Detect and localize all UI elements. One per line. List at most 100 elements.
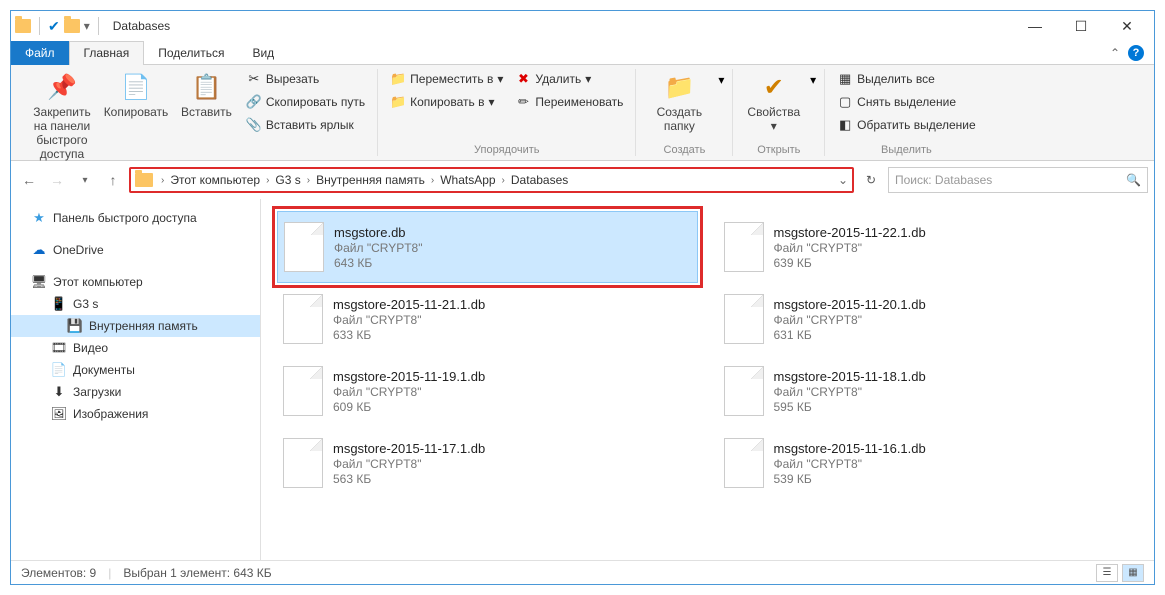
group-organize-label: Упорядочить — [386, 144, 627, 156]
file-type: Файл "CRYPT8" — [333, 385, 485, 399]
explorer-window: ✔ ▾ Databases — ☐ ✕ Файл Главная Поделит… — [10, 10, 1155, 585]
titlebar: ✔ ▾ Databases — ☐ ✕ — [11, 11, 1154, 41]
forward-button[interactable]: → — [45, 168, 69, 192]
ribbon-collapse-icon[interactable]: ⌃ — [1110, 46, 1120, 60]
file-icon — [724, 222, 764, 272]
crumb[interactable]: G3 s — [271, 173, 304, 187]
view-details-button[interactable]: ☰ — [1096, 564, 1118, 582]
properties-button[interactable]: ✔Свойства▾ — [741, 69, 806, 135]
close-button[interactable]: ✕ — [1104, 11, 1150, 41]
file-type: Файл "CRYPT8" — [774, 385, 926, 399]
view-icons-button[interactable]: ▦ — [1122, 564, 1144, 582]
newfolder-button[interactable]: 📁Создать папку — [644, 69, 714, 135]
file-size: 609 КБ — [333, 400, 485, 414]
file-icon — [283, 294, 323, 344]
file-name: msgstore-2015-11-21.1.db — [333, 297, 485, 312]
delete-button[interactable]: ✖Удалить▾ — [511, 69, 627, 89]
file-name: msgstore-2015-11-20.1.db — [774, 297, 926, 312]
ribbon: 📌Закрепить на панели быстрого доступа 📄К… — [11, 65, 1154, 161]
nav-tree: ★Панель быстрого доступа ☁OneDrive 🖥Этот… — [11, 199, 261, 560]
file-icon — [724, 366, 764, 416]
tree-documents[interactable]: 📄Документы — [11, 359, 260, 381]
maximize-button[interactable]: ☐ — [1058, 11, 1104, 41]
file-size: 639 КБ — [774, 256, 926, 270]
file-item[interactable]: msgstore-2015-11-20.1.dbФайл "CRYPT8"631… — [718, 283, 1139, 355]
check-icon[interactable]: ✔ — [48, 18, 60, 35]
file-name: msgstore-2015-11-22.1.db — [774, 225, 926, 240]
up-button[interactable]: ↑ — [101, 168, 125, 192]
file-item[interactable]: msgstore-2015-11-19.1.dbФайл "CRYPT8"609… — [277, 355, 698, 427]
file-item[interactable]: msgstore-2015-11-18.1.dbФайл "CRYPT8"595… — [718, 355, 1139, 427]
minimize-button[interactable]: — — [1012, 11, 1058, 41]
file-type: Файл "CRYPT8" — [774, 241, 926, 255]
file-name: msgstore-2015-11-16.1.db — [774, 441, 926, 456]
folder-icon[interactable] — [64, 19, 80, 33]
file-item[interactable]: msgstore-2015-11-16.1.dbФайл "CRYPT8"539… — [718, 427, 1139, 499]
file-size: 633 КБ — [333, 328, 485, 342]
cut-button[interactable]: ✂Вырезать — [242, 69, 369, 89]
back-button[interactable]: ← — [17, 168, 41, 192]
file-type: Файл "CRYPT8" — [334, 241, 422, 255]
pasteshortcut-button[interactable]: 📎Вставить ярлык — [242, 115, 369, 135]
file-type: Файл "CRYPT8" — [774, 313, 926, 327]
tree-videos[interactable]: 🎞Видео — [11, 337, 260, 359]
group-create-label: Создать — [644, 144, 724, 156]
tree-internal[interactable]: 💾Внутренняя память — [11, 315, 260, 337]
file-size: 563 КБ — [333, 472, 485, 486]
group-open-label: Открыть — [741, 144, 816, 156]
ribbon-tabs: Файл Главная Поделиться Вид ⌃ ? — [11, 41, 1154, 65]
file-icon — [283, 438, 323, 488]
crumb[interactable]: WhatsApp — [436, 173, 499, 187]
navbar: ← → ▾ ↑ › Этот компьютер› G3 s› Внутренн… — [11, 161, 1154, 199]
rename-button[interactable]: ✏Переименовать — [511, 92, 627, 112]
copyto-button[interactable]: 📁Копировать в▾ — [386, 92, 507, 112]
help-icon[interactable]: ? — [1128, 45, 1144, 61]
selectall-button[interactable]: ▦Выделить все — [833, 69, 980, 89]
open-item-icon[interactable]: ▾ — [810, 73, 816, 87]
file-name: msgstore-2015-11-18.1.db — [774, 369, 926, 384]
tree-g3s[interactable]: 📱G3 s — [11, 293, 260, 315]
file-item[interactable]: msgstore.dbФайл "CRYPT8"643 КБ — [277, 211, 698, 283]
tree-pictures[interactable]: 🖼Изображения — [11, 403, 260, 425]
moveto-button[interactable]: 📁Переместить в▾ — [386, 69, 507, 89]
qat-overflow[interactable]: ▾ — [84, 19, 90, 33]
copypath-button[interactable]: 🔗Скопировать путь — [242, 92, 369, 112]
crumb[interactable]: Внутренняя память — [312, 173, 429, 187]
file-icon — [284, 222, 324, 272]
file-item[interactable]: msgstore-2015-11-21.1.dbФайл "CRYPT8"633… — [277, 283, 698, 355]
copy-button[interactable]: 📄Копировать — [101, 69, 171, 121]
file-icon — [283, 366, 323, 416]
selectnone-button[interactable]: ▢Снять выделение — [833, 92, 980, 112]
tab-share[interactable]: Поделиться — [144, 41, 238, 65]
pin-button[interactable]: 📌Закрепить на панели быстрого доступа — [27, 69, 97, 163]
new-item-icon[interactable]: ▾ — [718, 73, 724, 87]
file-type: Файл "CRYPT8" — [333, 457, 485, 471]
file-item[interactable]: msgstore-2015-11-17.1.dbФайл "CRYPT8"563… — [277, 427, 698, 499]
folder-icon — [135, 173, 153, 187]
file-item[interactable]: msgstore-2015-11-22.1.dbФайл "CRYPT8"639… — [718, 211, 1139, 283]
status-count: Элементов: 9 — [21, 566, 96, 580]
tree-thispc[interactable]: 🖥Этот компьютер — [11, 271, 260, 293]
file-name: msgstore.db — [334, 225, 422, 240]
path-dropdown-icon[interactable]: ⌄ — [838, 173, 848, 187]
file-name: msgstore-2015-11-17.1.db — [333, 441, 485, 456]
breadcrumb[interactable]: › Этот компьютер› G3 s› Внутренняя памят… — [129, 167, 854, 193]
tree-quick-access[interactable]: ★Панель быстрого доступа — [11, 207, 260, 229]
search-input[interactable]: Поиск: Databases 🔍 — [888, 167, 1148, 193]
file-pane: msgstore.dbФайл "CRYPT8"643 КБmsgstore-2… — [261, 199, 1154, 560]
invertsel-button[interactable]: ◧Обратить выделение — [833, 115, 980, 135]
file-type: Файл "CRYPT8" — [333, 313, 485, 327]
refresh-button[interactable]: ↻ — [858, 167, 884, 193]
window-title: Databases — [113, 19, 170, 33]
recent-dropdown[interactable]: ▾ — [73, 168, 97, 192]
paste-button[interactable]: 📋Вставить — [175, 69, 238, 121]
crumb[interactable]: Databases — [507, 173, 572, 187]
file-name: msgstore-2015-11-19.1.db — [333, 369, 485, 384]
tab-home[interactable]: Главная — [69, 41, 145, 65]
tab-view[interactable]: Вид — [238, 41, 288, 65]
tab-file[interactable]: Файл — [11, 41, 69, 65]
search-icon: 🔍 — [1126, 173, 1141, 187]
tree-downloads[interactable]: ⬇Загрузки — [11, 381, 260, 403]
tree-onedrive[interactable]: ☁OneDrive — [11, 239, 260, 261]
crumb[interactable]: Этот компьютер — [166, 173, 264, 187]
